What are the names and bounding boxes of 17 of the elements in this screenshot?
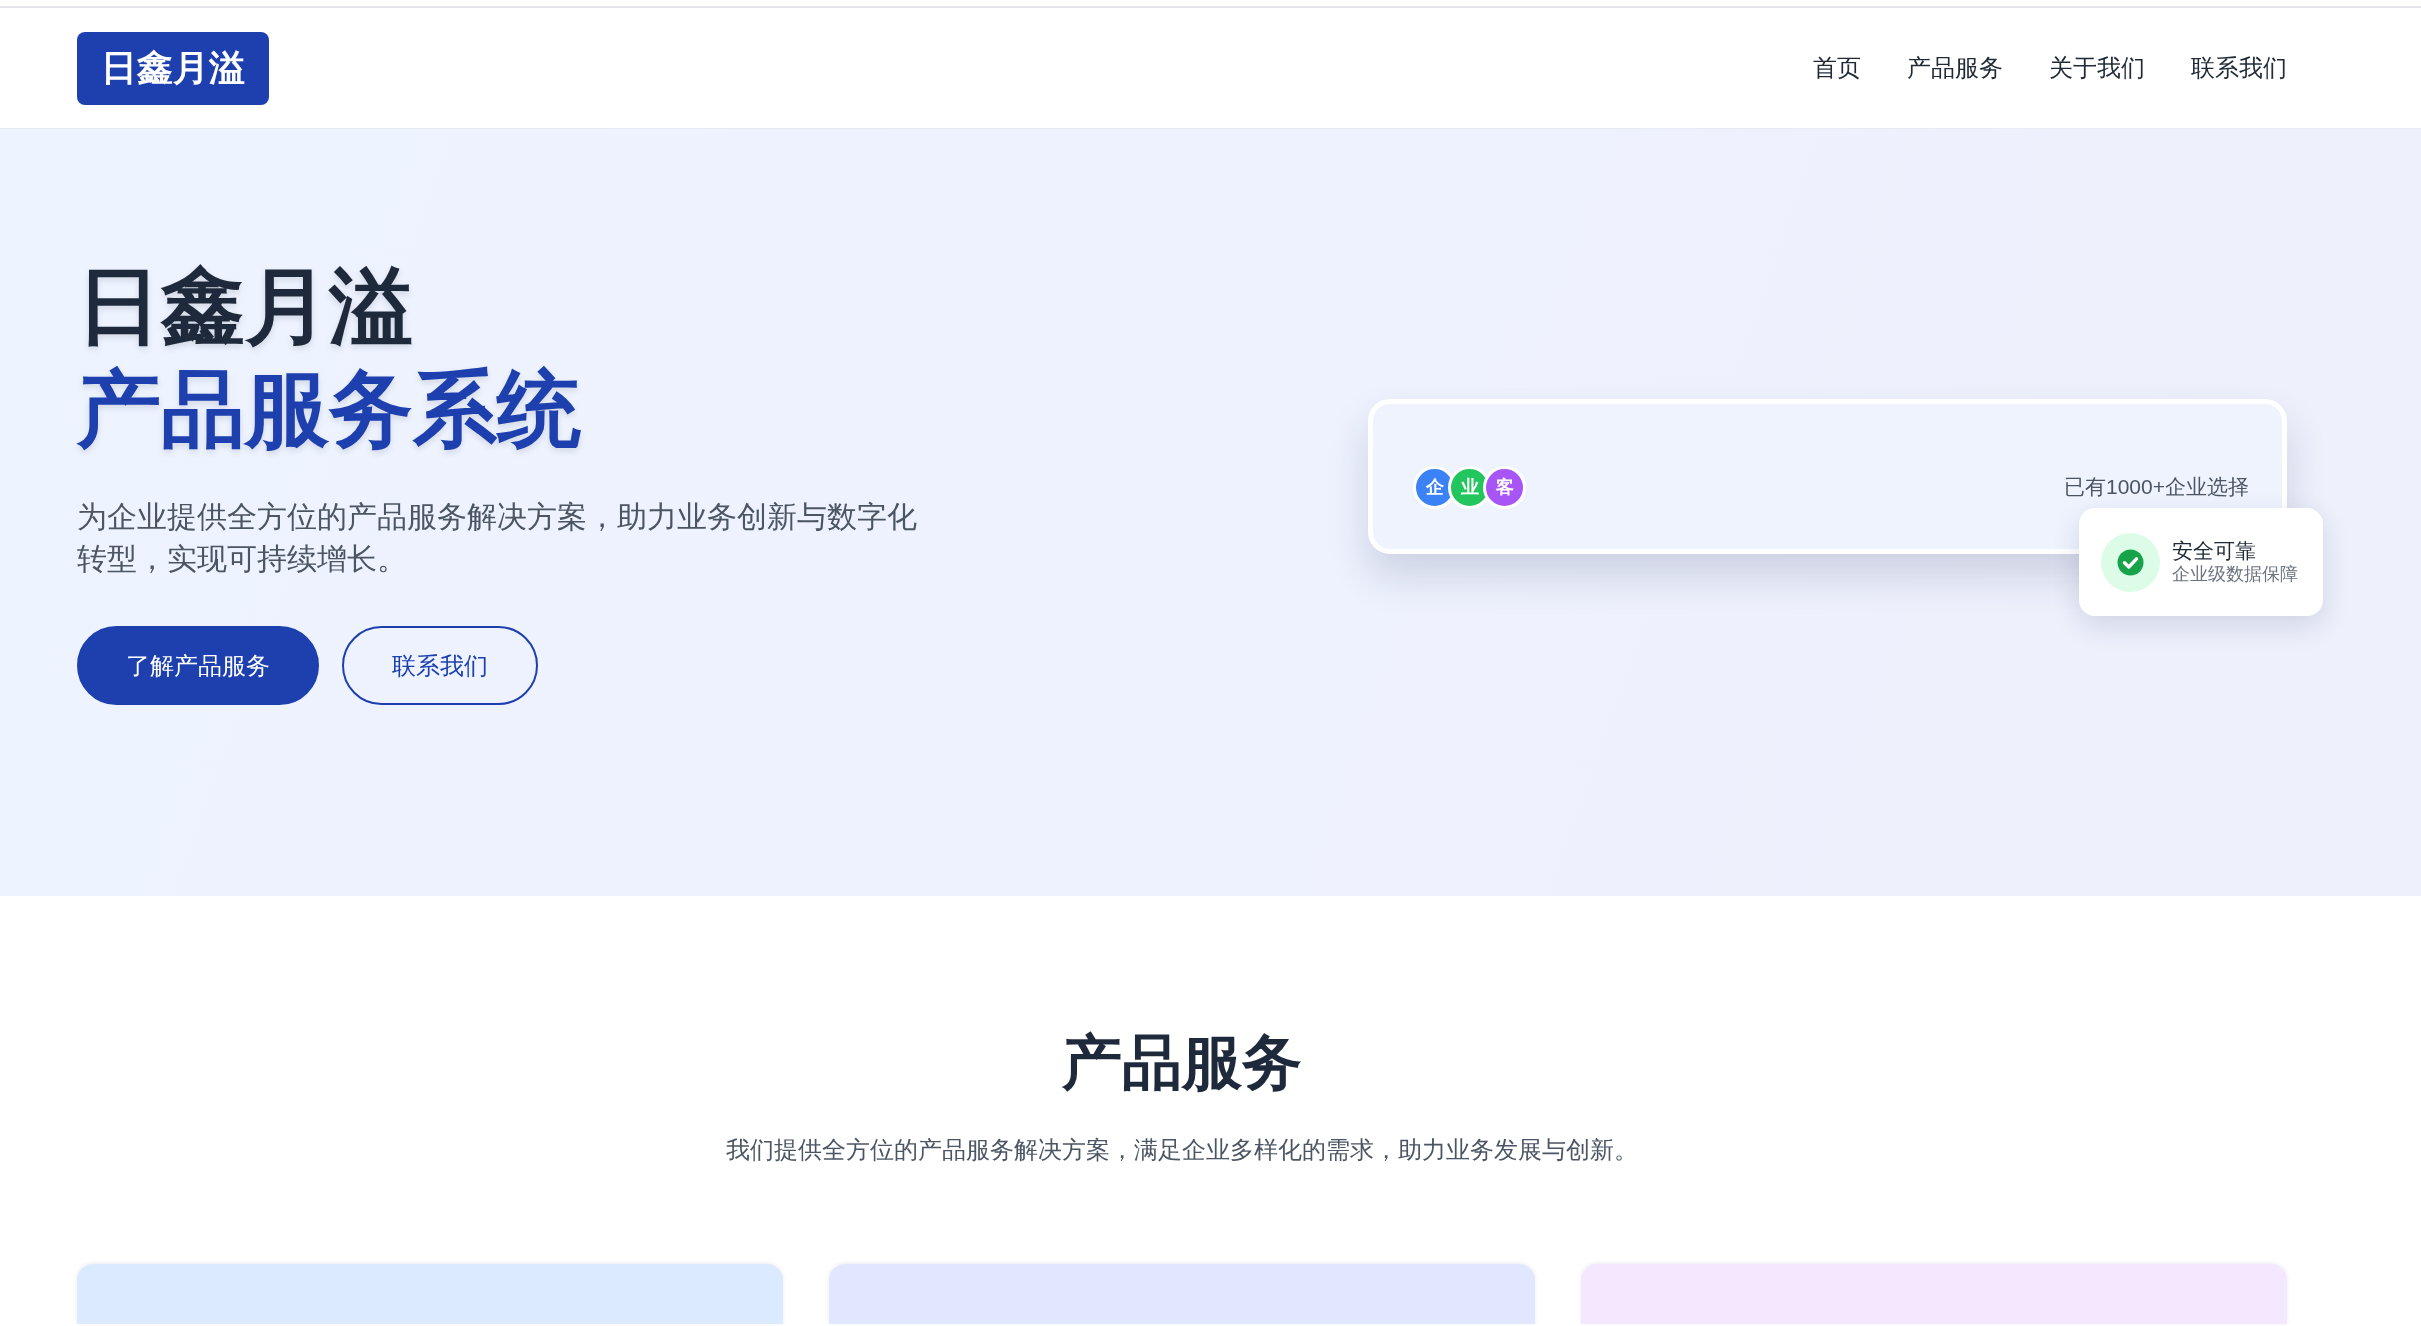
nav-link[interactable]: 联系我们	[2191, 50, 2287, 86]
check-circle-icon	[2101, 532, 2160, 592]
nav-link[interactable]: 首页	[1813, 50, 1861, 86]
learn-products-button[interactable]: 了解产品服务	[77, 626, 319, 705]
brand-logo[interactable]: 日鑫月溢	[77, 31, 269, 105]
security-title: 安全可靠	[2172, 537, 2257, 563]
hero-title-highlight: 产品服务系统	[77, 361, 581, 458]
contact-button[interactable]: 联系我们	[342, 626, 538, 705]
section-subtitle: 我们提供全方位的产品服务解决方案，满足企业多样化的需求，助力业务发展与创新。	[726, 1135, 1638, 1165]
section-title: 产品服务	[1062, 1028, 1302, 1098]
nav-link[interactable]: 关于我们	[2049, 50, 2145, 86]
avatar: 客	[1483, 465, 1526, 509]
hero-title: 日鑫月溢	[77, 258, 413, 355]
nav-link[interactable]: 产品服务	[1907, 50, 2003, 86]
security-subtitle: 企业级数据保障	[2172, 562, 2298, 586]
hero-description: 为企业提供全方位的产品服务解决方案，助力业务创新与数字化转型，实现可持续增长。	[77, 499, 918, 577]
stats-text: 已有1000+企业选择	[2064, 474, 2249, 501]
